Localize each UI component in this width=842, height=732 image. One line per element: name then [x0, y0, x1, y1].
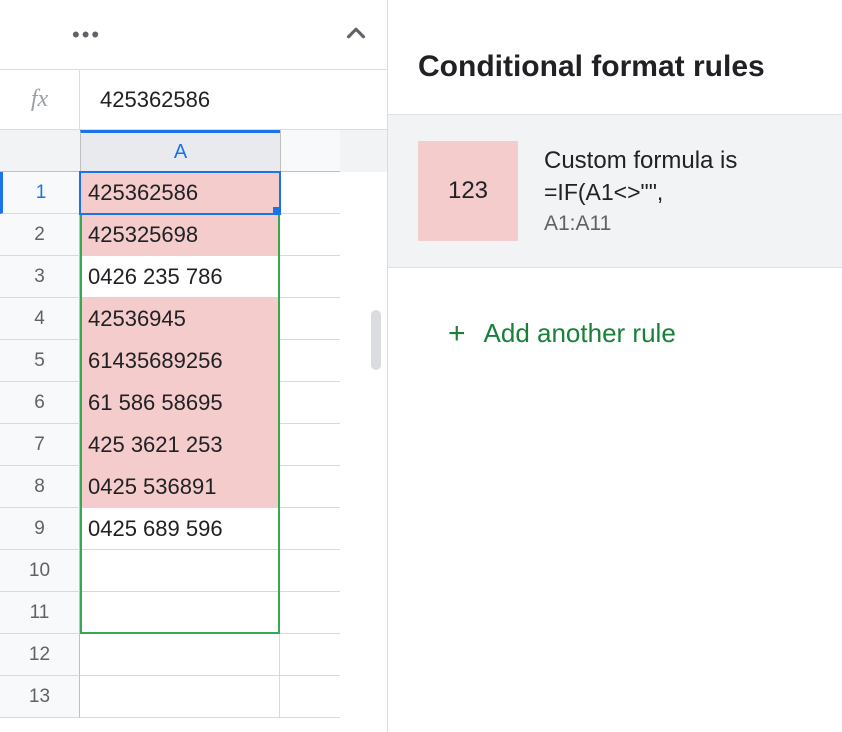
row-header[interactable]: 13 [0, 676, 80, 718]
cell-B8[interactable] [280, 466, 340, 508]
cell-A12[interactable] [80, 634, 280, 676]
row-header[interactable]: 1 [0, 172, 80, 214]
spreadsheet-area: ••• fx 425362586 A 142536258624253256983… [0, 0, 388, 732]
cell-B1[interactable] [280, 172, 340, 214]
row-header[interactable]: 8 [0, 466, 80, 508]
collapse-panel-icon[interactable] [341, 18, 371, 48]
column-header-row: A [0, 130, 387, 172]
rule-preview-swatch: 123 [418, 141, 518, 241]
cell-B7[interactable] [280, 424, 340, 466]
cell-A11[interactable] [80, 592, 280, 634]
column-header-A[interactable]: A [80, 130, 280, 172]
row: 442536945 [0, 298, 387, 340]
rule-condition-label: Custom formula is [544, 147, 812, 175]
row: 561435689256 [0, 340, 387, 382]
cell-B3[interactable] [280, 256, 340, 298]
fx-label: fx [0, 70, 80, 129]
fill-handle[interactable] [273, 207, 280, 214]
cell-A2[interactable]: 425325698 [80, 214, 280, 256]
column-header-B[interactable] [280, 130, 340, 172]
row: 11 [0, 592, 387, 634]
cell-A7[interactable]: 425 3621 253 [80, 424, 280, 466]
row-header[interactable]: 5 [0, 340, 80, 382]
row-header[interactable]: 6 [0, 382, 80, 424]
cell-B11[interactable] [280, 592, 340, 634]
cell-A8[interactable]: 0425 536891 [80, 466, 280, 508]
format-rule-item[interactable]: 123 Custom formula is =IF(A1<>"", A1:A11 [388, 114, 842, 268]
row: 30426 235 786 [0, 256, 387, 298]
cell-B13[interactable] [280, 676, 340, 718]
row-header[interactable]: 3 [0, 256, 80, 298]
cell-A10[interactable] [80, 550, 280, 592]
add-rule-button[interactable]: + Add another rule [388, 268, 842, 399]
cell-A1[interactable]: 425362586 [80, 172, 280, 214]
cell-B9[interactable] [280, 508, 340, 550]
cell-B6[interactable] [280, 382, 340, 424]
cell-A13[interactable] [80, 676, 280, 718]
panel-title: Conditional format rules [388, 0, 842, 114]
conditional-format-panel: Conditional format rules 123 Custom form… [388, 0, 842, 732]
cell-B4[interactable] [280, 298, 340, 340]
formula-input[interactable]: 425362586 [80, 87, 387, 113]
cell-A5[interactable]: 61435689256 [80, 340, 280, 382]
cell-A3[interactable]: 0426 235 786 [80, 256, 280, 298]
cell-A9[interactable]: 0425 689 596 [80, 508, 280, 550]
plus-icon: + [448, 319, 466, 349]
add-rule-label: Add another rule [484, 318, 676, 349]
row-header[interactable]: 9 [0, 508, 80, 550]
row: 10 [0, 550, 387, 592]
more-icon[interactable]: ••• [64, 14, 109, 56]
rule-formula: =IF(A1<>"", [544, 179, 812, 206]
row-header[interactable]: 7 [0, 424, 80, 466]
formula-bar: fx 425362586 [0, 70, 387, 130]
row-header[interactable]: 4 [0, 298, 80, 340]
row-header[interactable]: 10 [0, 550, 80, 592]
cell-A6[interactable]: 61 586 58695 [80, 382, 280, 424]
row: 1425362586 [0, 172, 387, 214]
row: 7425 3621 253 [0, 424, 387, 466]
toolbar-strip: ••• [0, 0, 387, 70]
cell-A4[interactable]: 42536945 [80, 298, 280, 340]
cell-B12[interactable] [280, 634, 340, 676]
rule-range: A1:A11 [544, 212, 812, 236]
scrollbar-thumb[interactable] [371, 310, 381, 370]
row: 13 [0, 676, 387, 718]
row: 2425325698 [0, 214, 387, 256]
row: 90425 689 596 [0, 508, 387, 550]
cell-B10[interactable] [280, 550, 340, 592]
row-header[interactable]: 12 [0, 634, 80, 676]
cell-B5[interactable] [280, 340, 340, 382]
row: 12 [0, 634, 387, 676]
row: 80425 536891 [0, 466, 387, 508]
select-all-corner[interactable] [0, 130, 80, 172]
rule-description: Custom formula is =IF(A1<>"", A1:A11 [544, 147, 812, 236]
row: 661 586 58695 [0, 382, 387, 424]
grid: A 1425362586242532569830426 235 78644253… [0, 130, 387, 718]
row-header[interactable]: 2 [0, 214, 80, 256]
row-header[interactable]: 11 [0, 592, 80, 634]
cell-B2[interactable] [280, 214, 340, 256]
